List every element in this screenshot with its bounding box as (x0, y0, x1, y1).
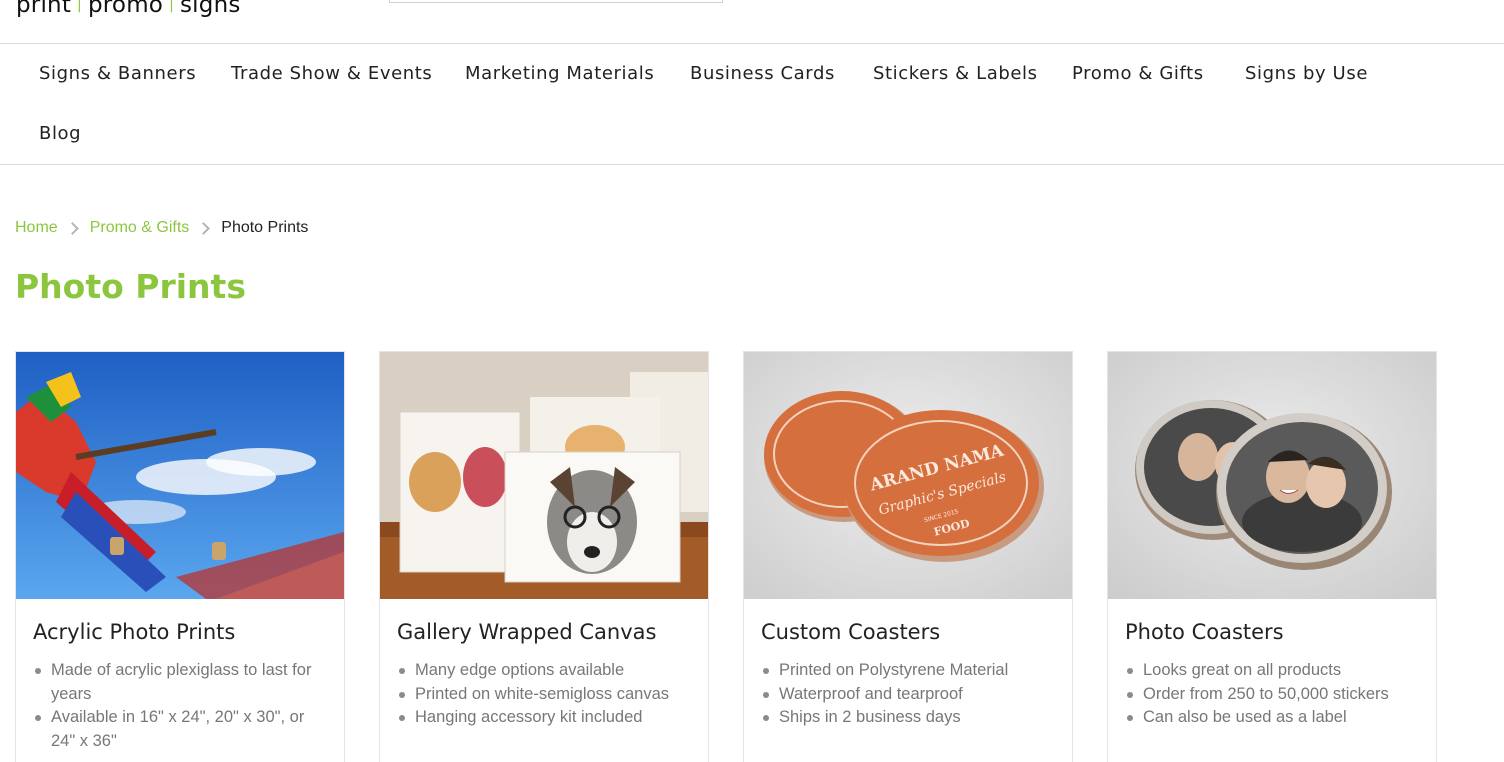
feature-item: Looks great on all products (1125, 659, 1425, 683)
logo-separator: | (169, 0, 174, 13)
breadcrumb: Home Promo & Gifts Photo Prints (15, 219, 308, 237)
search-input[interactable] (389, 0, 723, 3)
product-features: Made of acrylic plexiglass to last for y… (33, 659, 333, 753)
product-features: Many edge options available Printed on w… (397, 659, 697, 730)
product-features: Printed on Polystyrene Material Waterpro… (761, 659, 1061, 730)
nav-item-marketing-materials[interactable]: Marketing Materials (465, 63, 654, 84)
chevron-right-icon (197, 221, 211, 235)
chevron-right-icon (65, 221, 79, 235)
product-card-canvas[interactable]: Gallery Wrapped Canvas Many edge options… (379, 351, 709, 762)
product-card-photo-coasters[interactable]: Photo Coasters Looks great on all produc… (1107, 351, 1437, 762)
page-title: Photo Prints (15, 267, 246, 306)
product-card-custom-coasters[interactable]: ARAND NAMA Graphic's Specials SINCE 2015… (743, 351, 1073, 762)
product-features: Looks great on all products Order from 2… (1125, 659, 1425, 730)
feature-item: Hanging accessory kit included (397, 706, 697, 730)
feature-item: Can also be used as a label (1125, 706, 1425, 730)
breadcrumb-promo-gifts[interactable]: Promo & Gifts (90, 219, 190, 237)
acrylic-print-image[interactable] (16, 352, 344, 599)
orange-coasters-image[interactable]: ARAND NAMA Graphic's Specials SINCE 2015… (744, 352, 1072, 599)
breadcrumb-home[interactable]: Home (15, 219, 58, 237)
logo-word-print: print (16, 0, 72, 18)
product-title[interactable]: Acrylic Photo Prints (33, 620, 235, 644)
product-card-acrylic[interactable]: Acrylic Photo Prints Made of acrylic ple… (15, 351, 345, 762)
photo-coasters-image[interactable] (1108, 352, 1436, 599)
site-logo[interactable]: print | promo | signs (16, 0, 241, 18)
feature-item: Waterproof and tearproof (761, 683, 1061, 707)
feature-item: Printed on Polystyrene Material (761, 659, 1061, 683)
nav-item-signs-by-use[interactable]: Signs by Use (1245, 63, 1368, 84)
nav-item-blog[interactable]: Blog (39, 123, 81, 144)
main-nav: Signs & Banners Trade Show & Events Mark… (0, 44, 1504, 165)
nav-item-signs-banners[interactable]: Signs & Banners (39, 63, 196, 84)
logo-word-signs: signs (180, 0, 241, 18)
canvas-prints-image[interactable] (380, 352, 708, 599)
logo-separator: | (77, 0, 82, 13)
nav-item-trade-show[interactable]: Trade Show & Events (231, 63, 432, 84)
breadcrumb-current: Photo Prints (221, 219, 309, 236)
nav-item-promo-gifts[interactable]: Promo & Gifts (1072, 63, 1204, 84)
feature-item: Order from 250 to 50,000 stickers (1125, 683, 1425, 707)
feature-item: Many edge options available (397, 659, 697, 683)
nav-item-stickers-labels[interactable]: Stickers & Labels (873, 63, 1038, 84)
product-title[interactable]: Custom Coasters (761, 620, 940, 644)
feature-item: Ships in 2 business days (761, 706, 1061, 730)
feature-item: Available in 16" x 24", 20" x 30", or 24… (33, 706, 333, 753)
feature-item: Printed on white-semigloss canvas (397, 683, 697, 707)
product-title[interactable]: Photo Coasters (1125, 620, 1284, 644)
site-header: print | promo | signs (0, 0, 1504, 44)
nav-item-business-cards[interactable]: Business Cards (690, 63, 835, 84)
logo-word-promo: promo (87, 0, 164, 18)
product-title[interactable]: Gallery Wrapped Canvas (397, 620, 656, 644)
feature-item: Made of acrylic plexiglass to last for y… (33, 659, 333, 706)
